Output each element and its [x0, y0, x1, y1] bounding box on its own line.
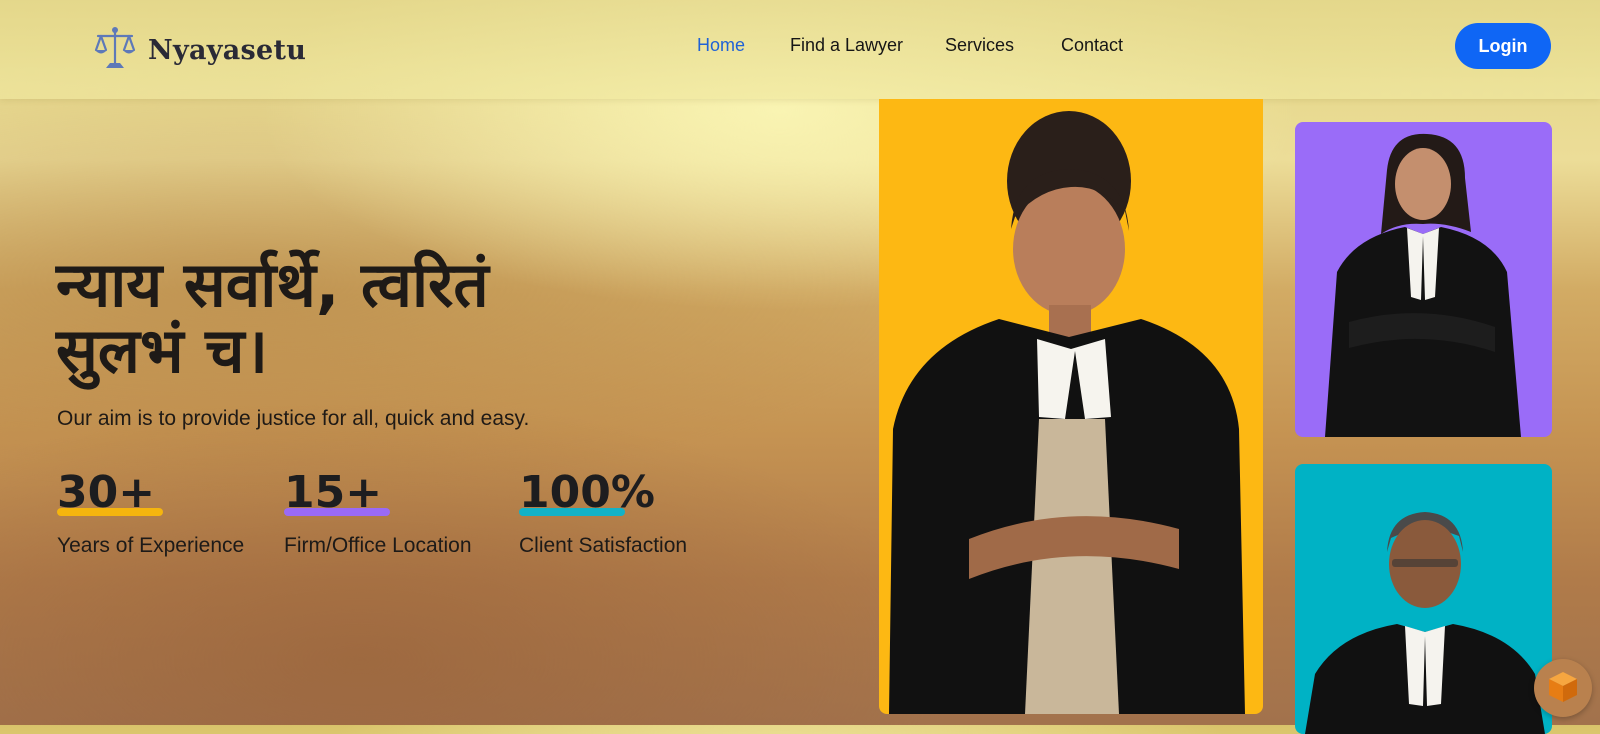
scales-of-justice-icon: [92, 24, 138, 76]
lawyer-card-teal: [1295, 464, 1552, 734]
brand-logo[interactable]: Nyayasetu: [92, 24, 306, 76]
stat-number: 30+: [57, 467, 156, 518]
nav-link-find-a-lawyer[interactable]: Find a Lawyer: [790, 35, 903, 56]
stat-experience: 30+ Years of Experience: [57, 468, 244, 558]
stat-label: Firm/Office Location: [284, 534, 472, 557]
stat-number: 15+: [284, 467, 383, 518]
stat-label: Years of Experience: [57, 534, 245, 557]
navbar: Nyayasetu Home Find a Lawyer Services Co…: [0, 0, 1600, 99]
floating-action-button[interactable]: [1534, 659, 1592, 717]
stat-number: 100%: [519, 467, 655, 518]
stat-satisfaction: 100% Client Satisfaction: [519, 468, 687, 558]
brand-name: Nyayasetu: [148, 34, 307, 66]
lawyer-portrait: [1305, 512, 1545, 734]
stat-label: Client Satisfaction: [519, 534, 688, 557]
nav-link-services[interactable]: Services: [945, 35, 1014, 56]
lawyer-card-featured: [879, 99, 1263, 714]
nav-link-contact[interactable]: Contact: [1061, 35, 1123, 56]
stat-value: 15+: [284, 468, 472, 518]
lawyer-portrait: [1325, 133, 1521, 437]
hero-title-line-2: सुलभं च।: [56, 314, 268, 387]
hero-title: न्याय सर्वार्थे, त्वरितं सुलभं च।: [56, 252, 616, 384]
login-button[interactable]: Login: [1455, 23, 1551, 69]
lawyer-card-purple: [1295, 122, 1552, 437]
lawyer-portrait: [889, 111, 1245, 714]
stat-locations: 15+ Firm/Office Location: [284, 468, 472, 558]
stat-value: 100%: [519, 468, 687, 518]
cube-icon: [1547, 670, 1579, 707]
hero-title-line-1: न्याय सर्वार्थे, त्वरितं: [56, 248, 489, 321]
hero-subtitle: Our aim is to provide justice for all, q…: [57, 407, 530, 430]
stat-value: 30+: [57, 468, 244, 518]
nav-link-home[interactable]: Home: [697, 35, 745, 56]
